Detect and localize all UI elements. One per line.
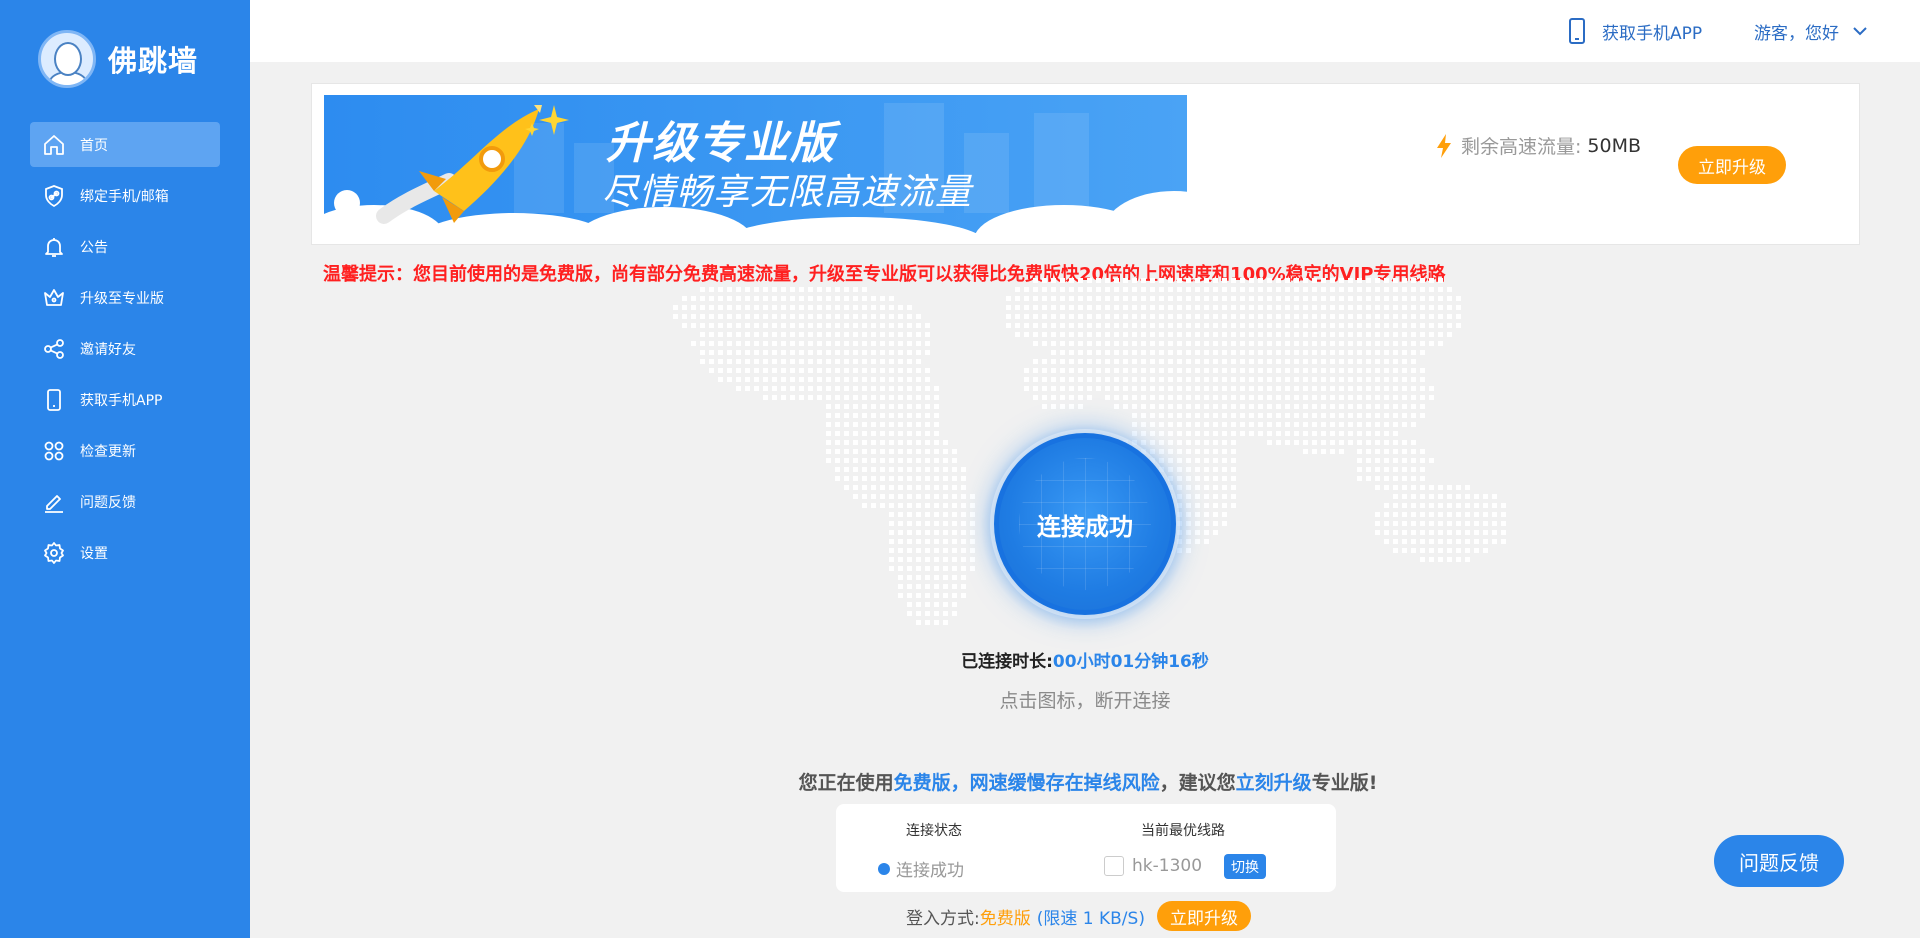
login-label: 登入方式: (906, 908, 980, 929)
sidebar-item-invite[interactable]: 邀请好友 (30, 326, 220, 371)
sidebar-item-label: 检查更新 (80, 443, 136, 460)
switch-route-button[interactable]: 切换 (1224, 854, 1266, 879)
connection-status-value: 连接成功 (896, 861, 964, 881)
upgrade-banner[interactable]: 升级专业版 尽情畅享无限高速流量 (324, 95, 1187, 233)
lightning-icon (1437, 133, 1451, 158)
banner-title: 升级专业版 (606, 118, 836, 169)
free-version-warning: 您正在使用免费版，网速缓慢存在掉线风险，建议您立刻升级专业版! (0, 768, 1920, 795)
sidebar-item-upgrade[interactable]: 升级至专业版 (30, 275, 220, 320)
duration-label: 已连接时长: (961, 652, 1053, 672)
top-bar: 获取手机APP 游客，您好 (250, 0, 1920, 62)
phone-icon (1569, 18, 1585, 44)
sidebar-item-label: 绑定手机/邮箱 (80, 188, 169, 205)
sidebar-item-label: 升级至专业版 (80, 290, 164, 307)
connection-status-panel: 连接状态 当前最优线路 连接成功 hk-1300 切换 (836, 804, 1336, 892)
get-app-label: 获取手机APP (1602, 23, 1703, 44)
buddha-logo-icon (38, 30, 96, 88)
login-method: 登入方式: 免费版 (限速 1 KB/S) 立即升级 (906, 901, 1251, 931)
phone-icon (47, 388, 61, 411)
home-icon (44, 134, 64, 155)
banner-subtitle: 尽情畅享无限高速流量 (602, 172, 973, 213)
sidebar-item-label: 获取手机APP (80, 392, 163, 409)
sidebar-item-label: 公告 (80, 239, 108, 256)
sidebar-item-feedback[interactable]: 问题反馈 (30, 479, 220, 524)
status-dot-icon (878, 862, 890, 875)
grid-circles-icon (44, 441, 64, 460)
sidebar-item-announcement[interactable]: 公告 (30, 224, 220, 269)
traffic-value: 50MB (1587, 134, 1642, 157)
traffic-info: 剩余高速流量: 50MB (1435, 132, 1641, 159)
warning-part: ，建议您 (1159, 772, 1236, 794)
sidebar-item-get-app[interactable]: 获取手机APP (30, 377, 220, 422)
sidebar-item-settings[interactable]: 设置 (30, 530, 220, 575)
upgrade-now-button[interactable]: 立即升级 (1678, 146, 1786, 184)
feedback-button[interactable]: 问题反馈 (1714, 835, 1844, 887)
gear-icon (44, 541, 64, 564)
login-upgrade-button[interactable]: 立即升级 (1156, 901, 1251, 931)
login-mode: 免费版 (979, 908, 1031, 929)
sparkle-icon (525, 105, 569, 136)
upgrade-banner-card: 升级专业版 尽情畅享无限高速流量 剩余高速流量: 50MB 立即升级 (311, 83, 1860, 245)
route-value: hk-1300 (1132, 856, 1203, 876)
sidebar-item-label: 邀请好友 (80, 341, 136, 358)
status-header: 连接状态 (906, 823, 962, 839)
crown-icon (44, 288, 64, 306)
user-greeting: 游客，您好 (1754, 23, 1839, 44)
sidebar: 佛跳墙 首页 绑定手机/邮箱 公告 升级至专业版 邀请好友 获取手机APP 检查… (0, 0, 250, 938)
traffic-label: 剩余高速流量: (1461, 136, 1582, 158)
disconnect-hint: 点击图标，断开连接 (999, 690, 1171, 712)
upgrade-link[interactable]: 立刻升级 (1236, 772, 1312, 794)
connect-status-label: 连接成功 (1037, 512, 1133, 541)
sidebar-item-label: 设置 (80, 545, 108, 562)
brand-name: 佛跳墙 (108, 44, 199, 78)
sidebar-item-home[interactable]: 首页 (30, 122, 220, 167)
edit-pen-icon (45, 494, 63, 513)
route-checkbox[interactable] (1104, 856, 1124, 876)
connect-toggle-button[interactable]: 连接成功 (994, 433, 1176, 615)
user-menu[interactable]: 游客，您好 (1754, 0, 1867, 62)
sidebar-item-label: 首页 (80, 137, 108, 154)
duration-value: 00小时01分钟16秒 (1052, 652, 1209, 672)
bell-icon (45, 237, 63, 257)
connected-duration: 已连接时长:00小时01分钟16秒 (0, 647, 1920, 672)
sidebar-item-label: 问题反馈 (80, 494, 136, 511)
route-header: 当前最优线路 (1141, 823, 1225, 839)
get-app-link[interactable]: 获取手机APP (1568, 0, 1702, 62)
route-selector[interactable]: hk-1300 (1104, 856, 1202, 876)
warning-part: 免费版，网速缓慢存在掉线风险 (893, 772, 1160, 794)
shield-link-icon (45, 184, 63, 207)
brand[interactable]: 佛跳墙 (38, 30, 198, 88)
warning-part: 专业版! (1311, 772, 1378, 794)
share-icon (44, 338, 64, 359)
sidebar-item-check-update[interactable]: 检查更新 (30, 428, 220, 473)
speed-limit: (限速 1 KB/S) (1036, 908, 1145, 929)
sidebar-item-bind[interactable]: 绑定手机/邮箱 (30, 173, 220, 218)
connection-status: 连接成功 (878, 856, 964, 881)
warning-part: 您正在使用 (798, 772, 894, 794)
chevron-down-icon (1853, 27, 1867, 36)
sidebar-nav: 首页 绑定手机/邮箱 公告 升级至专业版 邀请好友 获取手机APP 检查更新 问… (30, 122, 220, 581)
